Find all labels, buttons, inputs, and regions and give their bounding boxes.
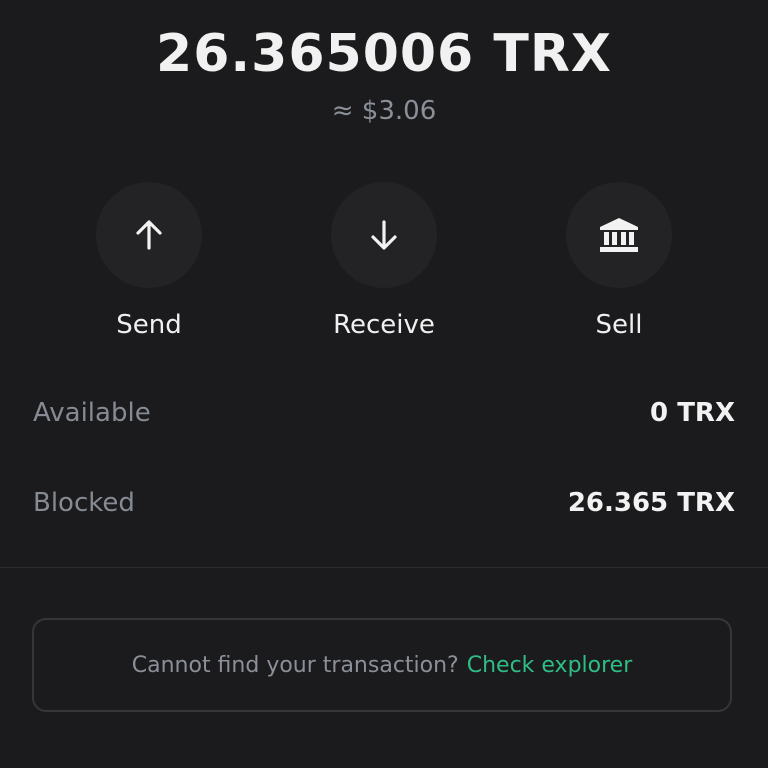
- explorer-notice: Cannot find your transaction? Check expl…: [32, 618, 732, 712]
- sell-action[interactable]: Sell: [529, 182, 709, 340]
- available-value: 0 TRX: [650, 398, 735, 428]
- blocked-row: Blocked 26.365 TRX: [33, 488, 735, 518]
- asset-detail-screen: 26.365006 TRX ≈ $3.06 Send Receive Sell …: [0, 0, 768, 768]
- send-button[interactable]: [96, 182, 202, 288]
- available-row: Available 0 TRX: [33, 398, 735, 428]
- send-label[interactable]: Send: [59, 310, 239, 340]
- send-action[interactable]: Send: [59, 182, 239, 340]
- balance-amount: 26.365006 TRX: [156, 24, 612, 84]
- sell-button[interactable]: [566, 182, 672, 288]
- arrow-down-icon: [371, 220, 397, 250]
- available-label: Available: [33, 398, 151, 428]
- check-explorer-link[interactable]: Check explorer: [467, 653, 633, 678]
- sell-label[interactable]: Sell: [529, 310, 709, 340]
- arrow-up-icon: [136, 220, 162, 250]
- divider: [0, 567, 768, 568]
- receive-action[interactable]: Receive: [294, 182, 474, 340]
- fiat-estimate: ≈ $3.06: [331, 96, 437, 126]
- bank-icon: [600, 218, 638, 252]
- blocked-label: Blocked: [33, 488, 135, 518]
- notice-text: Cannot find your transaction?: [131, 652, 459, 678]
- blocked-value: 26.365 TRX: [567, 488, 735, 518]
- receive-label[interactable]: Receive: [294, 310, 474, 340]
- receive-button[interactable]: [331, 182, 437, 288]
